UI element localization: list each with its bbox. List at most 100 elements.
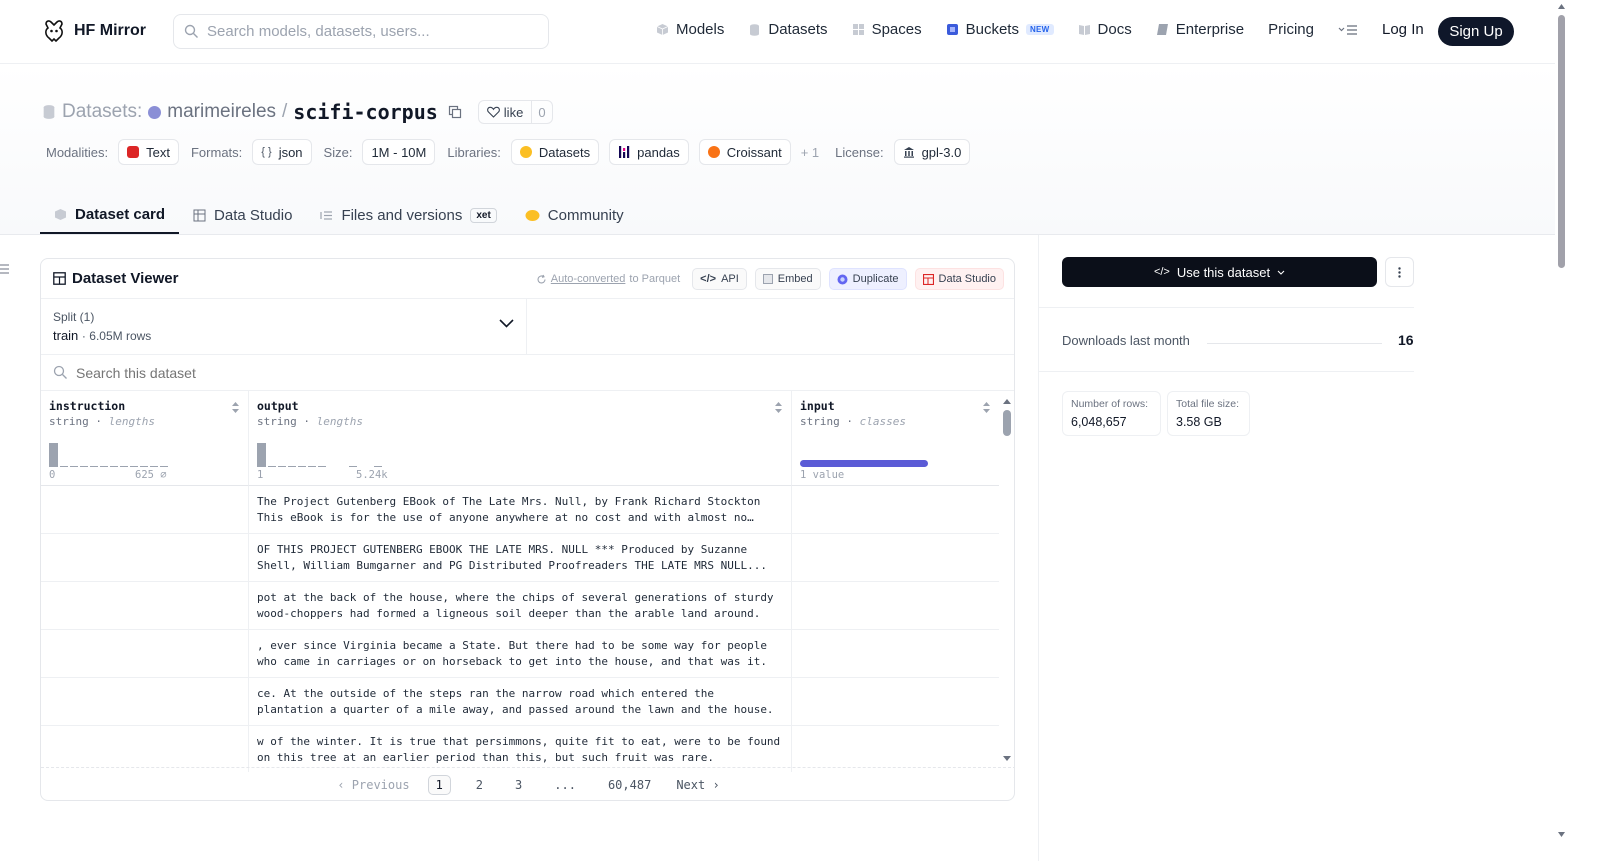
- table-cell-input[interactable]: [792, 630, 999, 678]
- format-chip[interactable]: { } json: [252, 139, 312, 165]
- nav-datasets[interactable]: Datasets: [748, 21, 828, 38]
- table-row[interactable]: ce. At the outside of the steps ran the …: [41, 678, 999, 726]
- table-scrollbar[interactable]: [999, 394, 1015, 767]
- table-row[interactable]: w of the winter. It is true that persimm…: [41, 726, 999, 772]
- table-cell-input[interactable]: [792, 534, 999, 582]
- auto-converted-link[interactable]: Auto-converted: [551, 273, 626, 285]
- duplicate-button[interactable]: Duplicate: [828, 268, 907, 290]
- table-cell-output[interactable]: OF THIS PROJECT GUTENBERG EBOOK THE LATE…: [249, 534, 792, 582]
- nav-more-menu[interactable]: [1338, 24, 1358, 36]
- repo-owner[interactable]: marimeireles: [167, 101, 276, 123]
- table-row[interactable]: OF THIS PROJECT GUTENBERG EBOOK THE LATE…: [41, 534, 999, 582]
- table-cell-instruction[interactable]: [41, 582, 249, 630]
- more-options-button[interactable]: [1385, 257, 1414, 287]
- sort-icon[interactable]: [774, 401, 783, 414]
- table-cell-output[interactable]: , ever since Virginia became a State. Bu…: [249, 630, 792, 678]
- api-button[interactable]: </> API: [692, 268, 747, 290]
- nav-docs[interactable]: Docs: [1078, 21, 1132, 38]
- sort-icon[interactable]: [231, 401, 240, 414]
- repo-name[interactable]: scifi-corpus: [293, 100, 438, 124]
- filesize-stat-value: 3.58 GB: [1176, 415, 1222, 429]
- nav-buckets[interactable]: Buckets NEW: [946, 21, 1054, 38]
- table-row[interactable]: , ever since Virginia became a State. Bu…: [41, 630, 999, 678]
- table-row[interactable]: pot at the back of the house, where the …: [41, 582, 999, 630]
- brand-logo[interactable]: HF Mirror: [42, 18, 146, 44]
- page-scrollbar[interactable]: [1555, 0, 1568, 861]
- nav-pricing[interactable]: Pricing: [1268, 21, 1314, 38]
- table-cell-output[interactable]: pot at the back of the house, where the …: [249, 582, 792, 630]
- previous-page-button[interactable]: ‹ Previous: [337, 778, 409, 792]
- sidebar-toggle-icon[interactable]: [0, 264, 9, 274]
- data-studio-icon: [922, 273, 934, 285]
- table-cell-instruction[interactable]: [41, 726, 249, 772]
- table-cell-input[interactable]: [792, 582, 999, 630]
- dataset-search-input[interactable]: [76, 364, 476, 381]
- embed-button[interactable]: Embed: [754, 268, 821, 290]
- library-chip-croissant[interactable]: Croissant: [698, 139, 791, 165]
- tab-data-studio[interactable]: Data Studio: [179, 196, 306, 234]
- table-cell-instruction[interactable]: [41, 534, 249, 582]
- class-distribution-bar[interactable]: [800, 460, 928, 467]
- histogram-bar: [150, 466, 158, 467]
- table-row[interactable]: The Project Gutenberg EBook of The Late …: [41, 486, 999, 534]
- page-button[interactable]: 1: [427, 774, 451, 795]
- tab-files-and-versions[interactable]: Files and versions xet: [306, 196, 510, 234]
- like-label: like: [503, 104, 524, 120]
- login-link[interactable]: Log In: [1382, 21, 1424, 38]
- downloads-sparkline: [1207, 343, 1382, 344]
- book-icon: [1078, 25, 1090, 35]
- table-cell-input[interactable]: [792, 726, 999, 772]
- modality-chip[interactable]: Text: [118, 139, 179, 165]
- tab-community[interactable]: Community: [511, 196, 638, 234]
- page-button[interactable]: 60,487: [601, 776, 658, 794]
- data-studio-button[interactable]: Data Studio: [914, 268, 1004, 290]
- signup-button[interactable]: Sign Up: [1438, 17, 1514, 46]
- nav-models-label: Models: [676, 21, 725, 38]
- table-cell-input[interactable]: [792, 486, 999, 534]
- column-name: instruction: [49, 399, 126, 413]
- column-header-instruction[interactable]: instruction string · lengths 0 625 ⌀: [41, 391, 249, 486]
- license-chip[interactable]: gpl-3.0: [893, 139, 971, 165]
- table-cell-output[interactable]: w of the winter. It is true that persimm…: [249, 726, 792, 772]
- column-header-output[interactable]: output string · lengths 1 5.24k: [249, 391, 792, 486]
- tab-dataset-card[interactable]: Dataset card: [40, 196, 180, 234]
- nav-links: Models Datasets Spaces Buckets NEW Docs …: [656, 21, 1382, 38]
- more-libraries[interactable]: + 1: [801, 145, 819, 160]
- library-chip-datasets[interactable]: Datasets: [510, 139, 600, 165]
- column-divider: [1038, 235, 1039, 861]
- table-cell-output[interactable]: The Project Gutenberg EBook of The Late …: [249, 486, 792, 534]
- histogram-bar: [298, 466, 306, 467]
- copy-icon[interactable]: [448, 105, 462, 119]
- library-chip-pandas[interactable]: pandas: [609, 139, 689, 165]
- column-header-input[interactable]: input string · classes 1 value: [792, 391, 999, 486]
- nav-spaces[interactable]: Spaces: [852, 21, 922, 38]
- dataset-search[interactable]: [41, 355, 1014, 391]
- size-chip[interactable]: 1M - 10M: [362, 139, 436, 165]
- text-modality-icon: [127, 146, 140, 158]
- table-cell-output[interactable]: ce. At the outside of the steps ran the …: [249, 678, 792, 726]
- nav-enterprise[interactable]: Enterprise: [1156, 21, 1244, 38]
- table-cell-input[interactable]: [792, 678, 999, 726]
- repo-type-label[interactable]: Datasets:: [62, 101, 142, 123]
- histogram-bar: [268, 466, 276, 467]
- use-this-dataset-label: Use this dataset: [1176, 264, 1271, 280]
- sort-icon[interactable]: [982, 401, 991, 414]
- table-icon: [53, 272, 66, 285]
- table-cell-instruction[interactable]: [41, 630, 249, 678]
- page-button[interactable]: 2: [469, 776, 490, 794]
- histogram-bar: [70, 466, 78, 467]
- split-label: Split (1): [53, 310, 95, 324]
- table-cell-instruction[interactable]: [41, 678, 249, 726]
- page-button[interactable]: 3: [508, 776, 529, 794]
- nav-models[interactable]: Models: [656, 21, 724, 38]
- split-selector[interactable]: Split (1) train · 6.05M rows: [41, 299, 527, 355]
- like-button[interactable]: like 0: [477, 100, 553, 124]
- next-page-button[interactable]: Next ›: [676, 778, 719, 792]
- table-cell-instruction[interactable]: [41, 486, 249, 534]
- downloads-value: 16: [1398, 332, 1414, 348]
- global-search[interactable]: [173, 14, 549, 49]
- rows-stat-label: Number of rows:: [1071, 398, 1149, 410]
- use-this-dataset-button[interactable]: </> Use this dataset: [1062, 257, 1377, 287]
- global-search-input[interactable]: [207, 23, 527, 40]
- cell-text: pot at the back of the house, where the …: [257, 591, 774, 620]
